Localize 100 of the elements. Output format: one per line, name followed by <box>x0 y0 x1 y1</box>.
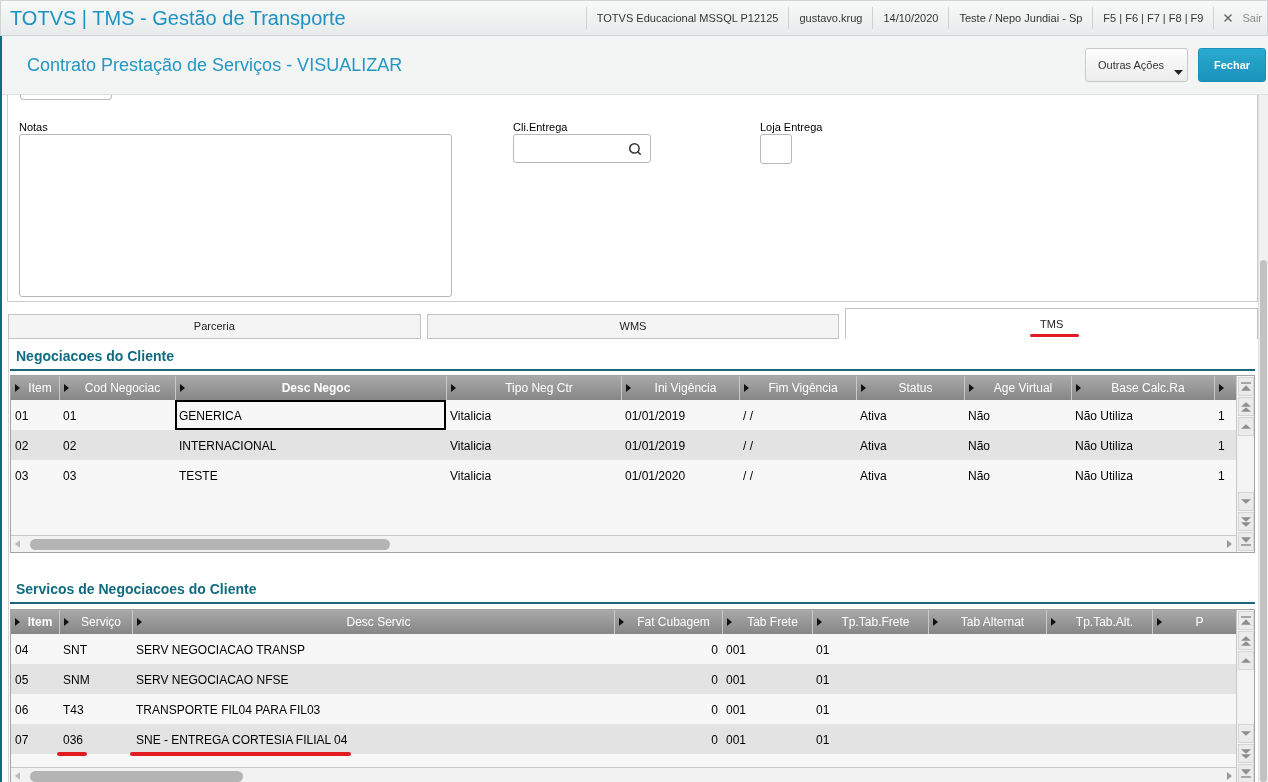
tab[interactable]: Parceria <box>8 314 421 339</box>
scroll-to-bottom-button[interactable] <box>1237 532 1254 551</box>
page-down-button[interactable] <box>1237 512 1254 531</box>
scroll-down-button[interactable] <box>1237 724 1254 743</box>
cell-text: Não Utiliza <box>1075 409 1134 423</box>
tab[interactable]: WMS <box>426 314 840 339</box>
left-arrow-icon[interactable] <box>15 772 20 780</box>
double-down-arrow-icon <box>1240 516 1251 527</box>
column-header[interactable]: Tp.Tab.Frete <box>812 610 928 634</box>
page-title: Contrato Prestação de Serviços - VISUALIZAR <box>27 53 403 77</box>
page-down-button[interactable] <box>1237 744 1254 763</box>
cell-text: Não Utiliza <box>1075 469 1134 483</box>
triangle-icon <box>1157 618 1162 626</box>
column-header[interactable]: Fat Cubagem <box>614 610 722 634</box>
cut-off-button[interactable] <box>20 95 112 100</box>
app-title: TOTVS | TMS - Gestão de Transporte <box>10 6 346 31</box>
tab[interactable]: TMS <box>845 308 1258 339</box>
scrollbar-thumb[interactable] <box>1260 260 1267 782</box>
triangle-icon <box>727 618 732 626</box>
section-title: Servicos de Negociacoes do Cliente <box>16 581 257 597</box>
triangle-icon <box>64 618 69 626</box>
triangle-icon <box>451 384 456 392</box>
triangle-icon <box>619 618 624 626</box>
exit-button[interactable]: Sair <box>1222 9 1262 27</box>
cell-text: 01 <box>15 409 29 423</box>
scroll-down-button[interactable] <box>1237 492 1254 511</box>
triangle-icon <box>861 384 866 392</box>
session-info: TOTVS Educacional MSSQL P12125 <box>596 10 779 26</box>
triangle-icon <box>137 618 142 626</box>
cell-text: Não <box>968 409 990 423</box>
cell-text: 0 <box>711 673 718 687</box>
left-arrow-icon[interactable] <box>15 540 20 548</box>
column-header[interactable]: Item <box>11 610 59 634</box>
up-arrow-icon <box>1240 658 1251 663</box>
column-header[interactable]: Tp.Tab.Alt. <box>1046 610 1152 634</box>
lookup-field[interactable] <box>513 134 651 163</box>
scroll-up-button[interactable] <box>1237 417 1254 436</box>
cell-text: 001 <box>726 703 747 717</box>
cell-text: 0 <box>711 703 718 717</box>
cell-text: 0 <box>711 643 718 657</box>
down-arrow-icon <box>1240 731 1251 736</box>
right-arrow-icon[interactable] <box>1227 540 1232 548</box>
scroll-to-top-button[interactable] <box>1237 611 1254 630</box>
focused-cell[interactable]: GENERICA <box>175 400 446 430</box>
column-header[interactable]: Tipo Neg Ctr <box>446 376 621 400</box>
column-header[interactable]: Cod Negociac <box>59 376 175 400</box>
cell-text: GENERICA <box>179 409 242 423</box>
column-header[interactable]: Status <box>856 376 964 400</box>
scrollbar-thumb[interactable] <box>30 770 243 782</box>
session-info: 14/10/2020 <box>883 10 939 26</box>
column-header[interactable]: Base Calc.Ra <box>1071 376 1214 400</box>
field-label: Notas <box>19 121 49 134</box>
close-button[interactable]: Fechar <box>1198 48 1266 82</box>
triangle-icon <box>1219 384 1224 392</box>
column-header[interactable]: P <box>1152 610 1236 634</box>
arrow-to-bottom-icon <box>1240 537 1251 546</box>
cell-text: 001 <box>726 643 747 657</box>
caret-icon <box>1174 69 1183 75</box>
input-field[interactable] <box>760 134 792 164</box>
column-header[interactable]: Ini Vigência <box>621 376 739 400</box>
cell-text: 01 <box>816 733 830 747</box>
scrollbar-thumb[interactable] <box>30 538 390 550</box>
scroll-up-button[interactable] <box>1237 651 1254 670</box>
column-header[interactable]: Tab Frete <box>722 610 812 634</box>
cell-text: SNE - ENTREGA CORTESIA FILIAL 04 <box>136 733 348 747</box>
triangle-icon <box>15 384 20 392</box>
cell-text: Vitalicia <box>450 409 492 423</box>
triangle-icon <box>15 618 20 626</box>
cell-text: 01/01/2019 <box>625 439 686 453</box>
cell-text: 01/01/2020 <box>625 469 686 483</box>
cell-text: SERV NEGOCIACAO TRANSP <box>136 643 305 657</box>
column-header[interactable]: Item <box>11 376 59 400</box>
triangle-icon <box>1051 618 1056 626</box>
cell-text: 01 <box>816 643 830 657</box>
cell-text: SNM <box>63 673 90 687</box>
column-header[interactable]: Desc Servic <box>132 610 614 634</box>
cell-text: 1 <box>1218 439 1225 453</box>
page-up-button[interactable] <box>1237 631 1254 650</box>
triangle-icon <box>817 618 822 626</box>
column-header[interactable]: Fim Vigência <box>739 376 856 400</box>
column-header[interactable]: Tab Alternat <box>928 610 1046 634</box>
cell-text: 02 <box>63 439 77 453</box>
arrow-to-top-icon <box>1240 382 1251 391</box>
search-icon[interactable] <box>628 141 642 156</box>
field-label: Cli.Entrega <box>513 121 569 134</box>
cell-text: 0 <box>711 733 718 747</box>
scroll-to-bottom-button[interactable] <box>1237 764 1254 782</box>
column-header[interactable]: Age Virtual <box>964 376 1071 400</box>
close-icon <box>1222 12 1235 24</box>
column-header[interactable]: Desc Negoc <box>175 376 446 400</box>
cell-text: Ativa <box>860 409 887 423</box>
cell-text: Não Utiliza <box>1075 439 1134 453</box>
column-header[interactable]: Serviço <box>59 610 132 634</box>
cell-text: Ativa <box>860 469 887 483</box>
more-actions-button[interactable]: Outras Ações <box>1085 48 1188 82</box>
right-arrow-icon[interactable] <box>1227 772 1232 780</box>
double-up-arrow-icon <box>1240 635 1251 646</box>
notes-field[interactable] <box>19 134 452 297</box>
cell-text: 036 <box>63 733 84 747</box>
column-header[interactable] <box>1214 376 1236 400</box>
